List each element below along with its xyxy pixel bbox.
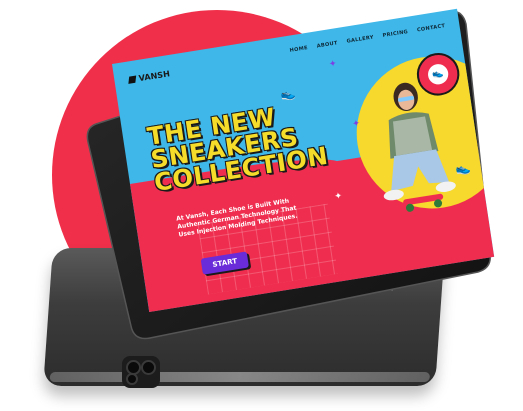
sneaker-icon: 👟: [279, 86, 297, 103]
nav-gallery[interactable]: GALLERY: [346, 34, 374, 44]
brand-logo[interactable]: VANSH: [128, 69, 170, 85]
camera-icon: [122, 356, 160, 388]
nav-contact[interactable]: CONTACT: [417, 23, 446, 34]
nav-pricing[interactable]: PRICING: [382, 29, 408, 39]
sneaker-icon-2: 👟: [454, 160, 472, 177]
star-icon-2: ✦: [351, 118, 361, 130]
top-nav: HOME ABOUT GALLERY PRICING CONTACT: [289, 23, 445, 54]
mockup-stage: • • • • VANSH HOME ABOUT GALLERY PRICING: [0, 0, 523, 411]
nav-about[interactable]: ABOUT: [316, 40, 338, 49]
star-icon: ✦: [328, 58, 338, 71]
speaker-dots-icon: • • • •: [365, 286, 396, 294]
nav-home[interactable]: HOME: [289, 45, 308, 54]
sparkle-icon: ✦: [334, 191, 344, 203]
logo-icon: [128, 75, 137, 84]
brand-name: VANSH: [138, 69, 171, 84]
